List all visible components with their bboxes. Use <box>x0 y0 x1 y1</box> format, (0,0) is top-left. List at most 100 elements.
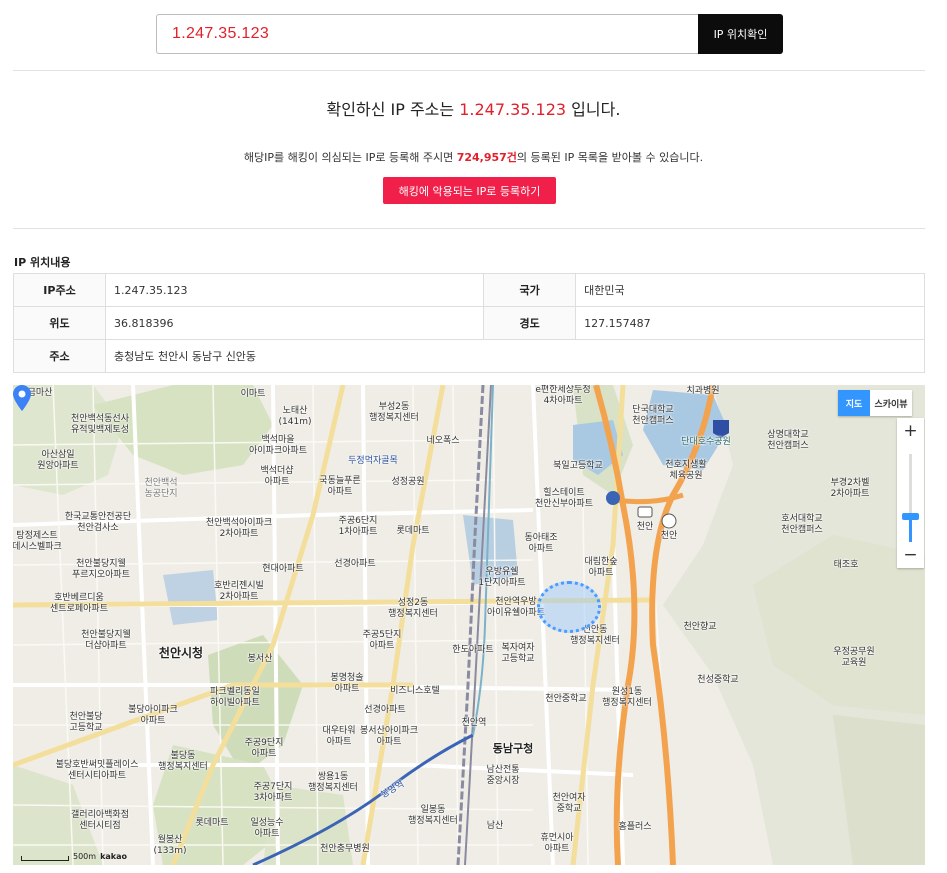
map-label: 우정공무원 교육원 <box>833 647 875 668</box>
map-label: 네오폭스 <box>426 436 460 446</box>
map-label: 봉서산아이파크 아파트 <box>360 726 418 747</box>
map-label: 동아태조 아파트 <box>524 533 558 554</box>
kakao-logo: kakao <box>100 852 127 861</box>
map-type-toggle: 지도 스카이뷰 <box>838 390 912 416</box>
map-label: 힐스테이트 천안신부아파트 <box>535 488 593 509</box>
latitude-label: 위도 <box>13 306 106 340</box>
divider <box>13 228 925 229</box>
ip-search-input[interactable] <box>156 14 698 54</box>
scale-bar <box>21 856 69 861</box>
map-label: 주공6단지 1차아파트 <box>338 516 378 537</box>
map-label: 부경2차벨 2차아파트 <box>830 478 870 499</box>
map-label: 호서대학교 천안캠퍼스 <box>781 514 823 535</box>
map-label: 천안백석동선사 유적및백제토성 <box>71 414 129 435</box>
map-label: 현대아파트 <box>262 564 304 574</box>
map-label: 봉명청솔 아파트 <box>330 673 364 694</box>
map-label: 노태산 (141m) <box>278 406 312 427</box>
map-label: 갤러리아백화점 센터시티점 <box>71 810 129 831</box>
map-label: 천안불당지웰 더샵아파트 <box>81 630 131 651</box>
map-view-button[interactable]: 지도 <box>838 390 870 416</box>
map-label: 천안불당지웰 푸르지오아파트 <box>72 559 130 580</box>
map-label: 휴먼시아 아파트 <box>540 833 574 854</box>
map-tiles <box>13 385 925 865</box>
result-headline: 확인하신 IP 주소는 1.247.35.123 입니다. <box>0 96 947 120</box>
ip-address-label: IP주소 <box>13 273 106 307</box>
divider <box>13 70 925 71</box>
map-label: 천안 <box>660 531 678 541</box>
table-row: 위도 36.818396 경도 127.157487 <box>13 306 925 340</box>
ip-search-bar: IP 위치확인 <box>156 14 783 54</box>
register-hacking-ip-button[interactable]: 해킹에 악용되는 IP로 등록하기 <box>383 177 556 204</box>
map-label-city-hall: 천안시청 <box>158 646 204 660</box>
address-label: 주소 <box>13 339 106 373</box>
map-label: 부성2동 행정복지센터 <box>369 402 419 423</box>
map-label: 호반리젠시빌 2차아파트 <box>214 581 264 602</box>
map-label: 주공9단지 아파트 <box>244 738 284 759</box>
location-pin-icon[interactable] <box>13 385 31 411</box>
map-label: 불당아이파크 아파트 <box>128 705 178 726</box>
map-label: 비즈니스호텔 <box>390 686 440 696</box>
ip-locate-button[interactable]: IP 위치확인 <box>698 14 783 54</box>
country-value: 대한민국 <box>575 273 925 307</box>
map-label: 치과병원 <box>686 386 720 396</box>
map-label: 성정2동 행정복지센터 <box>388 598 438 619</box>
map-label: 단대호수공원 <box>681 437 731 447</box>
skyview-button[interactable]: 스카이뷰 <box>870 390 912 416</box>
map-label: 백석마을 아이파크아파트 <box>249 435 307 456</box>
map-label: 불당호반써밋플레이스 센터시티아파트 <box>55 760 139 781</box>
map-label: 복자여자 고등학교 <box>501 643 535 664</box>
location-map[interactable]: 금마산 천안백석동선사 유적및백제토성 아산삼일 원앙아파트 한국교통안전공단 … <box>13 385 925 865</box>
map-label: 선경아파트 <box>334 559 376 569</box>
map-label: 원성1동 행정복지센터 <box>602 687 652 708</box>
longitude-value: 127.157487 <box>575 306 925 340</box>
map-label: 주공7단지 3차아파트 <box>253 782 293 803</box>
zoom-control: + − <box>897 418 924 568</box>
map-label: 두정먹자골목 <box>348 456 398 466</box>
map-label: 일봉동 행정복지센터 <box>408 805 458 826</box>
map-label: 탕정제스트 데시스벨파크 <box>13 531 62 552</box>
scale-label: 500m <box>73 852 97 861</box>
map-label: 천안중학교 <box>545 694 587 704</box>
ip-info-table: IP주소 1.247.35.123 국가 대한민국 위도 36.818396 경… <box>13 273 925 373</box>
map-label: 남산 <box>486 821 504 831</box>
zoom-out-button[interactable]: − <box>897 542 924 568</box>
map-label: 천성중학교 <box>697 675 739 685</box>
map-label: 태조호 <box>833 560 859 570</box>
headline-prefix: 확인하신 IP 주소는 <box>326 100 460 119</box>
table-row: IP주소 1.247.35.123 국가 대한민국 <box>13 273 925 307</box>
map-label: 일성능수 아파트 <box>250 818 284 839</box>
map-label: 천호지생활 체육공원 <box>665 460 707 481</box>
map-label: 천안백석아이파크 2차아파트 <box>205 518 273 539</box>
longitude-label: 경도 <box>483 306 577 340</box>
register-notice: 해당IP를 해킹이 의심되는 IP로 등록해 주시면 724,957건의 등록된… <box>0 149 947 165</box>
accuracy-circle <box>537 581 601 633</box>
map-label: 아산삼일 원앙아파트 <box>37 450 79 471</box>
map-label: e편한세상두정 4차아파트 <box>535 385 591 406</box>
map-label: 롯데마트 <box>195 818 229 828</box>
map-label: 단국대학교 천안캠퍼스 <box>632 405 674 426</box>
map-label: 천안불당 고등학교 <box>69 712 103 733</box>
map-label: 천안향교 <box>683 622 717 632</box>
map-label: 이마트 <box>240 389 266 399</box>
map-label: 불당동 행정복지센터 <box>158 751 208 772</box>
map-label: 금마산 <box>27 388 53 398</box>
map-label: 월봉산 (133m) <box>153 835 187 856</box>
map-label: 주공5단지 아파트 <box>362 630 402 651</box>
table-row: 주소 충청남도 천안시 동남구 신안동 <box>13 339 925 373</box>
map-label: 천안 <box>636 522 654 532</box>
country-label: 국가 <box>483 273 577 307</box>
headline-ip: 1.247.35.123 <box>459 100 567 119</box>
map-label: 한도아파트 <box>452 645 494 655</box>
map-label: 동남구청 <box>492 742 534 755</box>
map-label: 천안충무병원 <box>320 844 370 854</box>
map-label: 남산전통 중앙시장 <box>486 765 520 786</box>
zoom-in-button[interactable]: + <box>897 418 924 444</box>
map-label: 대림한숲 아파트 <box>584 557 618 578</box>
zoom-slider-handle[interactable] <box>902 513 919 520</box>
map-label: 국동늘푸른 아파트 <box>319 476 361 497</box>
map-label: 봉서산 <box>247 654 273 664</box>
headline-suffix: 입니다. <box>566 100 621 119</box>
map-label: 백석더샵 아파트 <box>260 466 294 487</box>
map-label: 파크벨리동일 하이빌아파트 <box>210 687 260 708</box>
map-label: 선경아파트 <box>364 705 406 715</box>
